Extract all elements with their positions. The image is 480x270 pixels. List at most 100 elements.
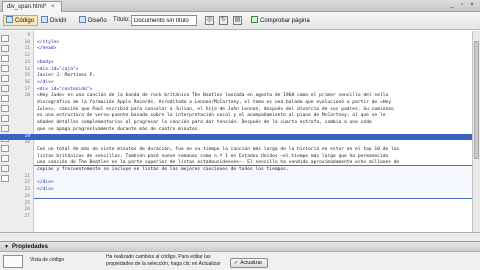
check-page-button[interactable]: Comprobar página [248,15,314,26]
document-tab-label: div_span.html* [7,4,47,10]
properties-panel: Vista de código Ha realizado cambios al … [0,252,480,270]
code-line[interactable]: listas británicas de sencillos. También … [0,154,472,160]
code-text: una canción de The Beatles en la parte s… [37,160,400,166]
line-number: 27 [24,213,30,219]
code-line[interactable]: 21 [0,174,472,180]
code-text: <body> [37,59,54,65]
scrollbar-thumb[interactable] [474,41,479,159]
design-view-button[interactable]: Diseño [76,15,111,26]
code-line[interactable]: 12 [0,53,472,59]
collapse-arrow-icon[interactable]: ▼ [4,242,9,252]
code-text: </div> [37,180,54,186]
check-page-label: Comprobar página [260,18,310,24]
line-number: 9 [27,33,30,38]
code-text: copias y frecuentemente se incluye en li… [37,167,289,172]
document-tab-strip: div_span.html* × _ ▫ × [0,0,480,12]
code-line[interactable]: 23 </div> [0,187,472,193]
code-line[interactable]: 11 </head> [0,46,472,52]
code-line[interactable]: copias y frecuentemente se incluye en li… [0,167,472,173]
code-text: es una estructura de verso-puente basada… [37,113,386,119]
code-line[interactable]: 20 [0,140,472,146]
design-view-label: Diseño [88,18,107,24]
line-number: 14 [24,66,30,72]
split-view-icon [41,16,48,23]
refresh-icon[interactable]: ↻ [219,16,228,25]
title-input[interactable] [131,15,197,26]
line-number: 16 [24,79,30,85]
line-number: 13 [24,59,30,65]
refresh-properties-button[interactable]: ✔ Actualizar [230,258,269,268]
code-text: </style> [37,39,60,45]
properties-title: Propiedades [11,244,48,250]
line-number: 19 [24,133,30,139]
code-text: Con un total de más de siete minutos de … [37,146,400,152]
code-text: <div id="caja"> [37,66,79,72]
refresh-properties-label: Actualizar [240,260,263,266]
restore-icon[interactable]: ▫ [458,2,466,9]
code-line[interactable]: 15 Javier J. Martínez F. [0,73,472,79]
code-text: </div> [37,187,54,193]
line-number: 25 [24,200,30,206]
line-number: 26 [24,207,30,213]
code-text: que se apaga progresivamente durante más… [37,126,201,132]
code-line[interactable]: 13 <body> [0,60,472,66]
minimize-icon[interactable]: _ [448,2,456,9]
code-line[interactable]: 24 [0,194,472,200]
line-number: 22 [24,180,30,186]
globe-icon[interactable]: ◎ [205,16,214,25]
split-view-button[interactable]: Dividir [38,15,71,26]
close-tab-icon[interactable]: × [51,4,55,10]
vertical-scrollbar[interactable] [472,31,480,232]
line-number: 24 [24,193,30,199]
code-line[interactable]: añaden detalles complementarios al progr… [0,120,472,126]
code-text: discográfico de la formación Apple Recor… [37,100,392,105]
code-line[interactable]: 16 </div> [0,80,472,86]
code-line[interactable]: 26 [0,207,472,213]
line-number: 12 [24,53,30,59]
line-number: 21 [24,173,30,179]
document-tab[interactable]: div_span.html* × [2,1,62,12]
code-view-label: Código [15,18,35,24]
line-number: 10 [24,39,30,45]
code-line[interactable]: 14 <div id="caja"> [0,67,472,73]
status-bar [0,232,480,241]
options-icon[interactable]: ▤ [233,16,242,25]
code-editor[interactable]: 9 10 </style> 11 </head> 12 13 <body> 14 <div id=… [0,31,472,232]
code-line[interactable]: 10 </style> [0,40,472,46]
code-text: «Hey Jude» es una canción de la banda de… [37,93,389,99]
code-line[interactable]: discográfico de la formación Apple Recor… [0,100,472,106]
code-view-panel-icon [3,255,23,268]
code-line[interactable]: una canción de The Beatles en la parte s… [0,160,472,166]
split-view-label: Dividir [50,18,67,24]
line-number: 15 [24,73,30,79]
code-text: Javier J. Martínez F. [37,73,96,79]
line-number: 17 [24,86,30,92]
code-line[interactable]: 22 </div> [0,180,472,186]
code-text: añaden detalles complementarios al progr… [37,120,372,126]
code-line[interactable]: 27 [0,214,472,220]
refresh-check-icon: ✔ [234,260,239,266]
code-text: listas británicas de sencillos. También … [37,153,389,159]
code-text: </div> [37,79,54,85]
line-number: 18 [24,93,30,99]
line-number: 20 [24,140,30,146]
code-line[interactable]: es una estructura de verso-puente basada… [0,113,472,119]
title-label: Título: [113,17,130,23]
code-view-icon [6,16,13,23]
close-window-icon[interactable]: × [468,2,476,9]
line-number: 11 [24,46,30,52]
check-page-icon [251,16,258,23]
code-line[interactable]: 18 «Hey Jude» es una canción de la banda … [0,93,472,99]
code-view-button[interactable]: Código [3,15,39,26]
code-line[interactable]: 9 [0,33,472,39]
code-line[interactable]: que se apaga progresivamente durante más… [0,127,472,133]
properties-panel-header[interactable]: ▼ Propiedades [0,241,480,252]
code-line[interactable]: 17 <div id="contenido"> [0,87,472,93]
editor-window: div_span.html* × _ ▫ × Código Dividir Di… [0,0,480,270]
design-view-icon [79,16,86,23]
line-number: 23 [24,187,30,193]
code-line[interactable]: Con un total de más de siete minutos de … [0,147,472,153]
code-line[interactable]: 25 [0,201,472,207]
code-line[interactable]: 19 [0,133,472,140]
code-line[interactable]: Jules», canción que Paul escribió para c… [0,107,472,113]
